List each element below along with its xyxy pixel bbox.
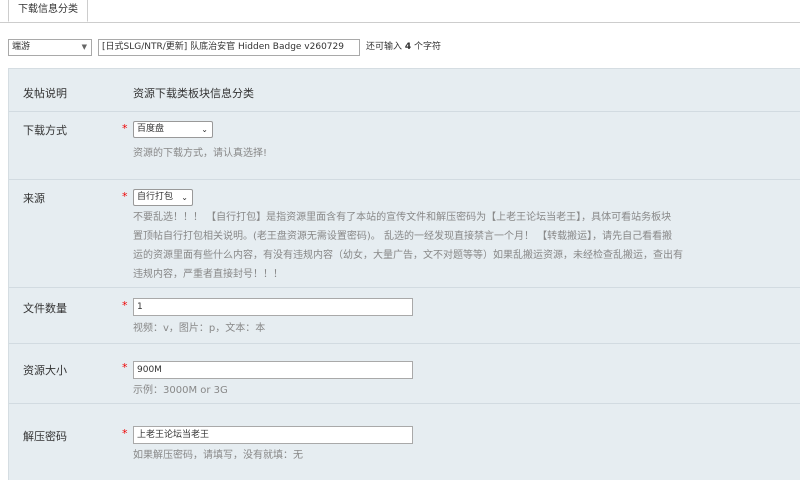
chevron-down-icon: ⌄: [201, 125, 208, 134]
required-marker: *: [122, 122, 128, 135]
row-source: 来源 * 自行打包 ⌄ 不要乱选！！！ 【自行打包】是指资源里面含有了本站的宣传…: [9, 179, 800, 288]
row-resource-size: 资源大小 * 900M 示例：3000M or 3G: [9, 343, 800, 404]
source-selected: 自行打包: [137, 192, 174, 202]
source-description-line: 不要乱选！！！ 【自行打包】是指资源里面含有了本站的宣传文件和解压密码为【上老王…: [133, 212, 672, 223]
remaining-prefix: 还可输入: [366, 42, 403, 52]
unzip-password-label: 解压密码: [23, 430, 67, 443]
source-description-line: 运的资源里面有些什么内容，有没有违规内容（幼女，大量广告，文不对题等等）如果乱搬…: [133, 250, 683, 261]
unzip-password-input[interactable]: 上老王论坛当老王: [133, 426, 413, 444]
tab-bar: 下载信息分类: [0, 0, 800, 23]
resource-size-label: 资源大小: [23, 364, 67, 377]
title-remaining-hint: 还可输入 4 个字符: [366, 39, 441, 56]
source-label: 来源: [23, 192, 45, 205]
resource-size-input[interactable]: 900M: [133, 361, 413, 379]
classification-form: 发帖说明 资源下载类板块信息分类 下载方式 * 百度盘 ⌄ 资源的下载方式，请认…: [8, 68, 800, 480]
download-method-select[interactable]: 百度盘 ⌄: [133, 121, 213, 138]
title-row: 端游 ▼ [日式SLG/NTR/更新] 队底治安官 Hidden Badge v…: [8, 39, 800, 57]
tab-download-info-category[interactable]: 下载信息分类: [8, 0, 88, 22]
row-file-count: 文件数量 * 1 视频：v，图片：p，文本：本: [9, 287, 800, 344]
post-note-label: 发帖说明: [23, 87, 67, 100]
download-method-description: 资源的下载方式，请认真选择!: [133, 148, 268, 159]
title-input[interactable]: [日式SLG/NTR/更新] 队底治安官 Hidden Badge v26072…: [98, 39, 360, 56]
chevron-down-icon: ⌄: [181, 193, 188, 202]
download-method-selected: 百度盘: [137, 124, 165, 134]
row-unzip-password: 解压密码 * 上老王论坛当老王 如果解压密码，请填写，没有就填：无: [9, 403, 800, 481]
resource-size-description: 示例：3000M or 3G: [133, 385, 228, 396]
required-marker: *: [122, 299, 128, 312]
unzip-password-description: 如果解压密码，请填写，没有就填：无: [133, 450, 303, 461]
post-note-value: 资源下载类板块信息分类: [133, 87, 254, 100]
source-description-line: 置顶帖自行打包相关说明。(老王盘资源无需设置密码)。 乱选的一经发现直接禁言一个…: [133, 231, 673, 242]
category-select[interactable]: 端游 ▼: [8, 39, 92, 56]
file-count-label: 文件数量: [23, 302, 67, 315]
source-description: 不要乱选！！！ 【自行打包】是指资源里面含有了本站的宣传文件和解压密码为【上老王…: [133, 208, 800, 284]
file-count-description: 视频：v，图片：p，文本：本: [133, 323, 266, 334]
required-marker: *: [122, 427, 128, 440]
category-select-value: 端游: [12, 42, 31, 52]
download-method-label: 下载方式: [23, 124, 67, 137]
file-count-input[interactable]: 1: [133, 298, 413, 316]
remaining-suffix: 个字符: [414, 42, 442, 52]
source-description-line: 违规内容，严重者直接封号！！！: [133, 269, 283, 280]
row-download-method: 下载方式 * 百度盘 ⌄ 资源的下载方式，请认真选择!: [9, 111, 800, 180]
row-post-note: 发帖说明 资源下载类板块信息分类: [9, 69, 800, 112]
required-marker: *: [122, 190, 128, 203]
source-select[interactable]: 自行打包 ⌄: [133, 189, 193, 206]
remaining-count: 4: [404, 42, 412, 52]
required-marker: *: [122, 361, 128, 374]
chevron-down-icon: ▼: [81, 43, 87, 51]
